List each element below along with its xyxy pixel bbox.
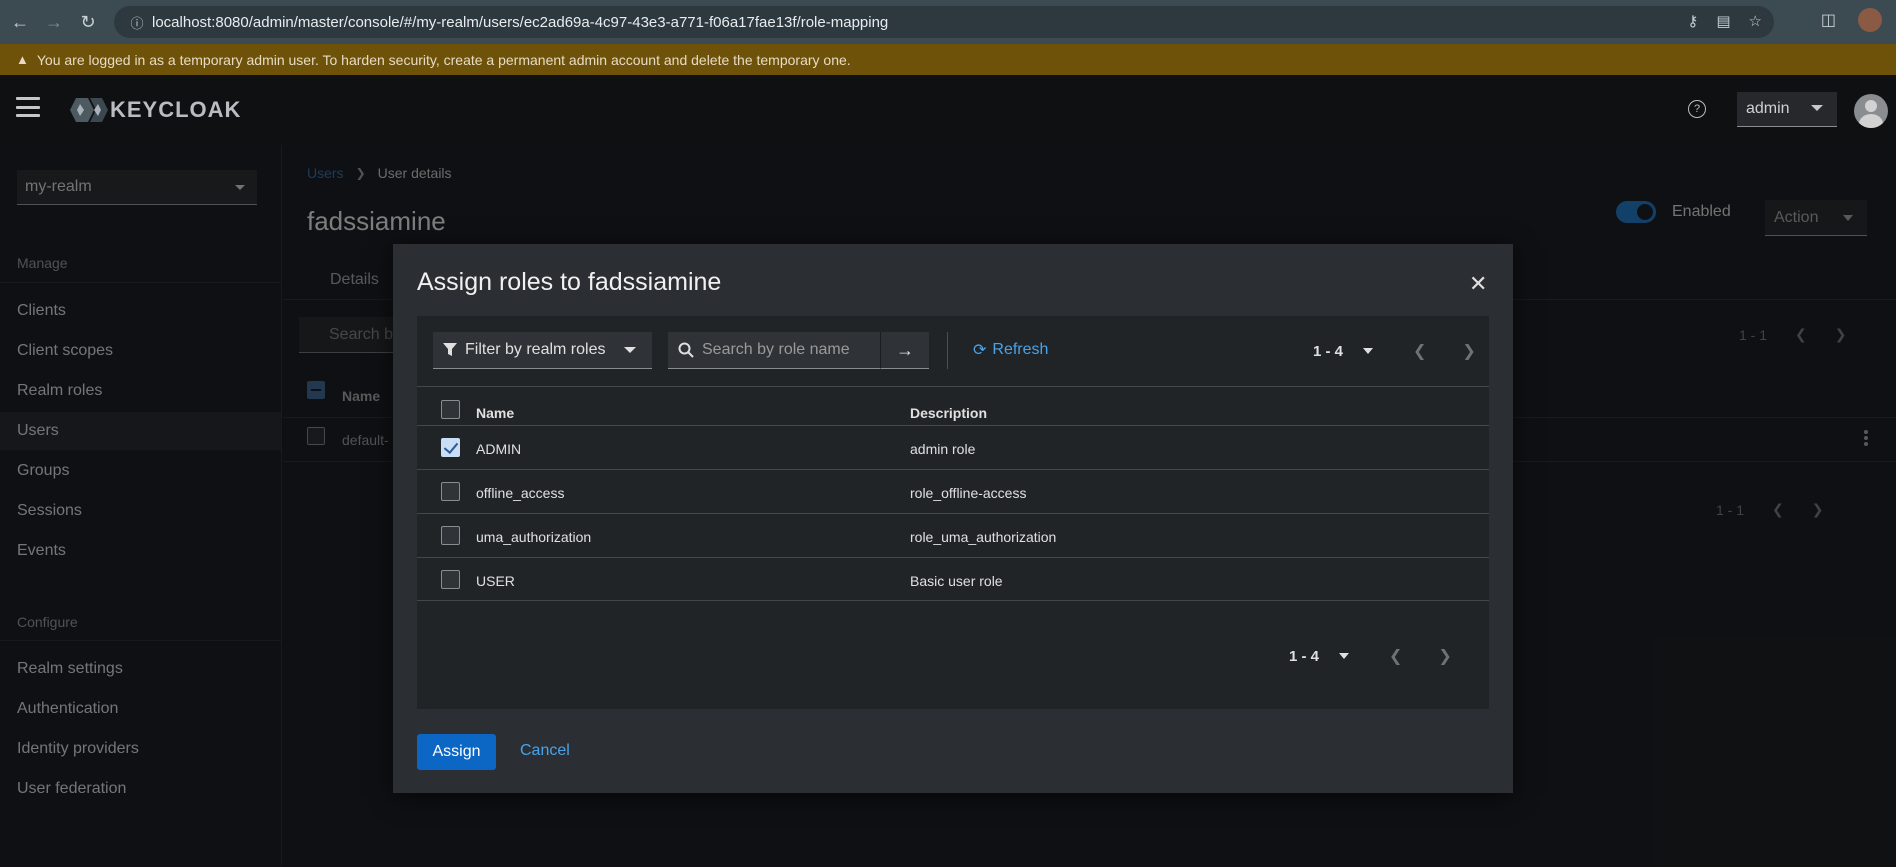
- site-info-icon[interactable]: ⓘ: [122, 13, 152, 32]
- back-icon[interactable]: ←: [6, 8, 34, 36]
- column-header-name[interactable]: Name: [476, 405, 514, 421]
- help-icon[interactable]: ?: [1688, 100, 1706, 118]
- refresh-label: Refresh: [992, 341, 1049, 358]
- role-description: admin role: [910, 441, 976, 457]
- caret-down-icon: [624, 347, 636, 353]
- chevron-left-icon[interactable]: ❮: [1389, 646, 1402, 666]
- chevron-right-icon[interactable]: ❯: [1438, 646, 1451, 666]
- user-avatar[interactable]: [1854, 94, 1888, 128]
- assign-roles-modal: Assign roles to fadssiamine ✕ Filter by …: [393, 244, 1513, 793]
- role-name: ADMIN: [476, 441, 522, 457]
- keycloak-logo-icon: [70, 98, 108, 122]
- role-search-field[interactable]: [668, 332, 880, 369]
- browser-toolbar: ← → ↻ ⓘ localhost:8080/admin/master/cons…: [0, 0, 1896, 44]
- caret-down-icon[interactable]: [1339, 653, 1350, 659]
- search-submit-arrow-icon[interactable]: →: [880, 332, 929, 369]
- pagination-range[interactable]: 1 - 4: [1289, 648, 1319, 665]
- bookmark-star-icon[interactable]: ☆: [1749, 12, 1762, 30]
- role-name: offline_access: [476, 485, 565, 501]
- hamburger-menu-icon[interactable]: [16, 97, 40, 117]
- profile-avatar[interactable]: [1858, 8, 1882, 32]
- reload-icon[interactable]: ↻: [74, 8, 102, 36]
- key-icon[interactable]: ⚷: [1687, 12, 1698, 30]
- column-header-description: Description: [910, 405, 988, 421]
- row-checkbox[interactable]: [441, 438, 460, 457]
- refresh-button[interactable]: ⟳ Refresh: [973, 340, 1048, 360]
- caret-down-icon: [1811, 105, 1823, 111]
- user-menu-label: admin: [1746, 100, 1790, 117]
- select-all-checkbox[interactable]: [441, 400, 460, 419]
- chevron-left-icon[interactable]: ❮: [1413, 341, 1426, 361]
- extensions-icon[interactable]: ◫: [1821, 10, 1836, 30]
- logo-text: KEYCLOAK: [110, 97, 242, 122]
- address-bar[interactable]: ⓘ localhost:8080/admin/master/console/#/…: [114, 6, 1774, 38]
- filter-label: Filter by realm roles: [465, 341, 606, 358]
- row-checkbox[interactable]: [441, 482, 460, 501]
- table-row[interactable]: uma_authorization role_uma_authorization: [417, 513, 1489, 557]
- row-checkbox[interactable]: [441, 570, 460, 589]
- table-row[interactable]: USER Basic user role: [417, 557, 1489, 601]
- keycloak-logo[interactable]: KEYCLOAK: [70, 97, 241, 123]
- cancel-button[interactable]: Cancel: [520, 742, 570, 760]
- roles-table-panel: Filter by realm roles → ⟳ Refresh 1 - 4 …: [417, 316, 1489, 709]
- forward-icon[interactable]: →: [40, 8, 68, 36]
- refresh-icon: ⟳: [973, 342, 987, 359]
- row-checkbox[interactable]: [441, 526, 460, 545]
- table-header-divider: [417, 386, 1489, 387]
- search-input[interactable]: [702, 341, 862, 359]
- role-name: USER: [476, 573, 515, 589]
- pagination-top[interactable]: 1 - 4 ❮ ❯: [1313, 341, 1476, 361]
- url-text[interactable]: localhost:8080/admin/master/console/#/my…: [152, 14, 888, 31]
- caret-down-icon[interactable]: [1363, 348, 1374, 354]
- role-description: role_offline-access: [910, 485, 1027, 501]
- filter-icon: [443, 343, 457, 356]
- pagination-bottom[interactable]: 1 - 4 ❮ ❯: [1289, 646, 1452, 666]
- assign-button[interactable]: Assign: [417, 734, 496, 770]
- masthead: KEYCLOAK ? admin: [0, 75, 1896, 145]
- modal-title: Assign roles to fadssiamine: [417, 268, 722, 296]
- role-description: role_uma_authorization: [910, 529, 1057, 545]
- search-icon: [678, 342, 694, 358]
- warning-icon: ▲: [16, 52, 29, 67]
- table-row[interactable]: ADMIN admin role: [417, 425, 1489, 469]
- chevron-right-icon[interactable]: ❯: [1462, 341, 1475, 361]
- warning-text: You are logged in as a temporary admin u…: [36, 51, 851, 68]
- temporary-admin-warning: ▲ You are logged in as a temporary admin…: [0, 44, 1896, 75]
- close-icon[interactable]: ✕: [1469, 271, 1487, 297]
- translate-icon[interactable]: ▤: [1716, 12, 1730, 30]
- table-row[interactable]: offline_access role_offline-access: [417, 469, 1489, 513]
- pagination-range[interactable]: 1 - 4: [1313, 343, 1343, 360]
- toolbar-divider: [947, 332, 948, 369]
- filter-dropdown[interactable]: Filter by realm roles: [433, 332, 652, 369]
- user-menu-dropdown[interactable]: admin: [1737, 92, 1837, 127]
- role-name: uma_authorization: [476, 529, 592, 545]
- role-description: Basic user role: [910, 573, 1003, 589]
